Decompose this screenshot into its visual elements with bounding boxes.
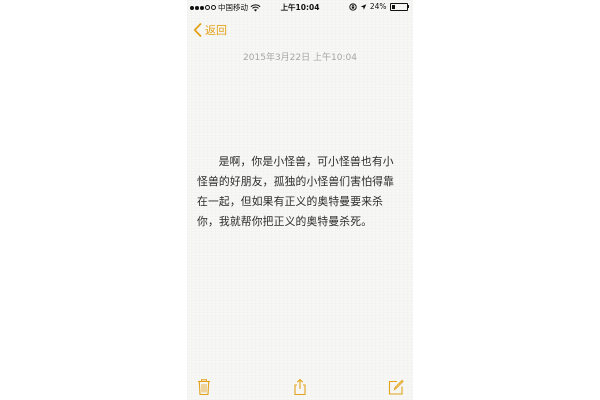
status-right: 24% <box>349 2 409 11</box>
delete-button[interactable] <box>195 378 213 396</box>
back-button[interactable]: 返回 <box>193 22 227 38</box>
compose-button[interactable] <box>387 378 405 396</box>
note-text[interactable]: 是啊，你是小怪兽，可小怪兽也有小怪兽的好朋友，孤独的小怪兽们害怕得靠在一起，但如… <box>197 152 403 232</box>
note-date: 2015年3月22日 上午10:04 <box>243 53 357 63</box>
chevron-left-icon <box>193 23 202 37</box>
location-arrow-icon <box>360 3 367 10</box>
back-label: 返回 <box>205 24 227 37</box>
battery-icon <box>389 2 409 11</box>
nav-bar: 返回 <box>187 18 413 40</box>
trash-icon <box>198 379 210 396</box>
share-button[interactable] <box>291 378 309 396</box>
share-icon <box>294 378 306 396</box>
notes-screen: 中国移动 上午10:04 24% 返回 2015年3月22日 上午10:04 是… <box>187 0 413 400</box>
rotation-lock-icon <box>349 2 357 11</box>
compose-icon <box>388 379 404 395</box>
battery-percent: 24% <box>369 2 387 11</box>
bottom-toolbar <box>187 374 413 400</box>
status-bar: 中国移动 上午10:04 24% <box>187 0 413 14</box>
